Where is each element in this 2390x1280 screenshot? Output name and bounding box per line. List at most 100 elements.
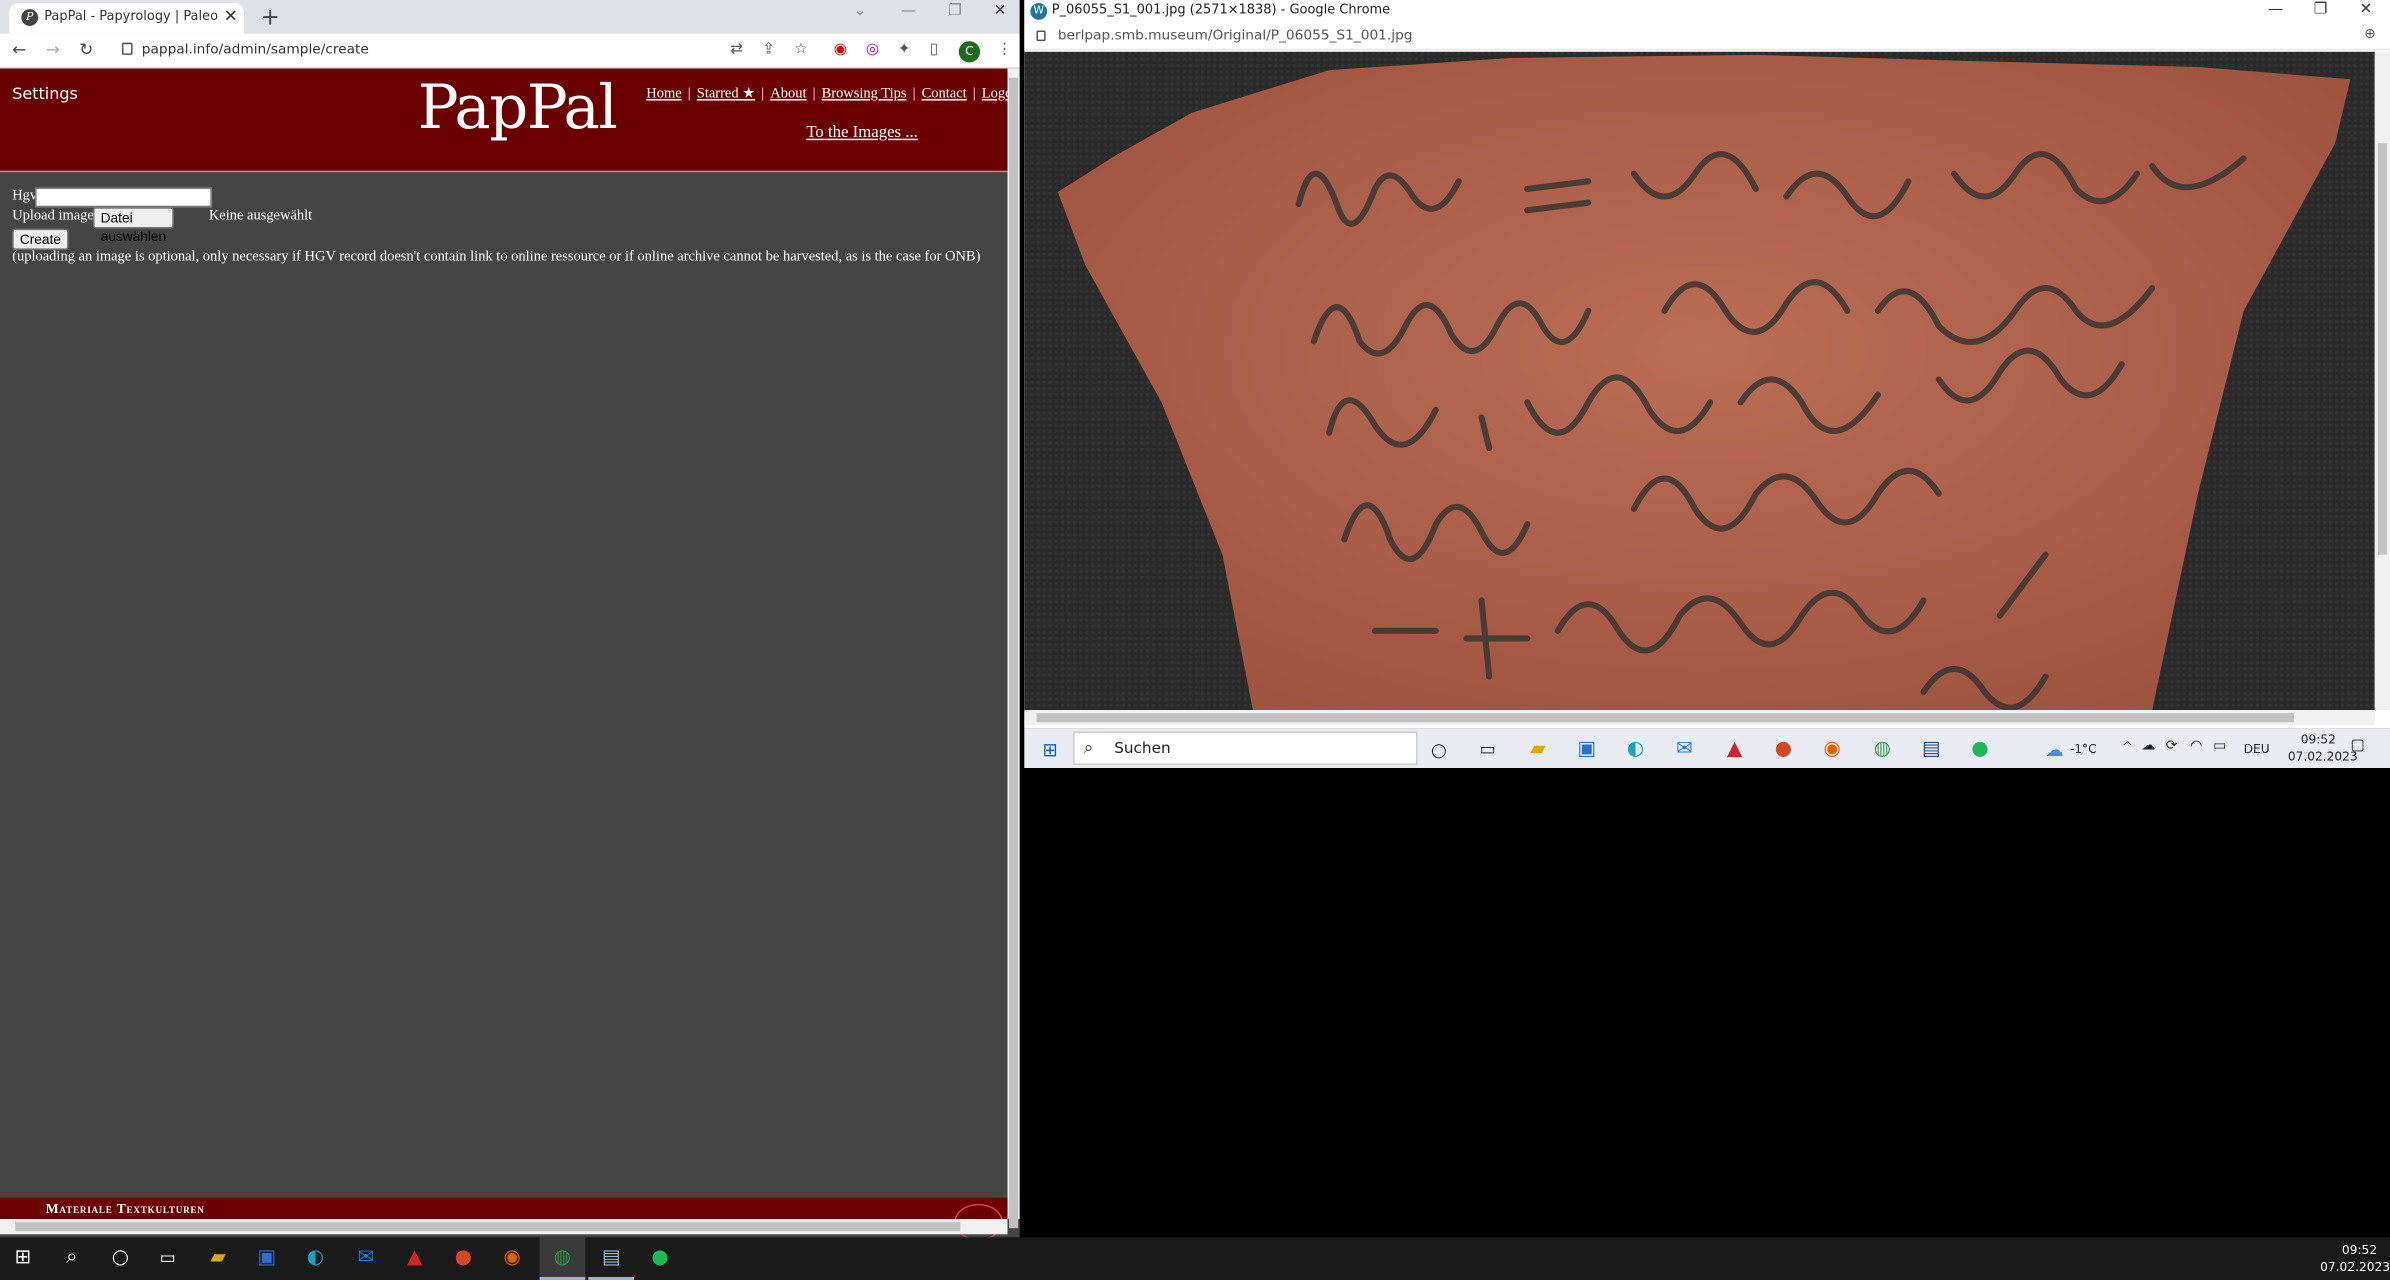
spotify-icon-taskbar[interactable]: ●: [646, 1245, 673, 1272]
footer-text: Materiale Textkulturen: [45, 1200, 205, 1217]
right-hscroll-thumb[interactable]: [1036, 713, 2294, 723]
hgv-input[interactable]: [35, 187, 212, 208]
papyrus-image[interactable]: [1024, 51, 2375, 711]
spotify-icon[interactable]: ●: [1966, 736, 1993, 763]
mail-icon[interactable]: ✉: [1671, 736, 1698, 763]
task-view-icon[interactable]: ▭: [1474, 736, 1501, 763]
right-horizontal-scrollbar[interactable]: [1024, 710, 2375, 726]
to-images-link[interactable]: To the Images ...: [806, 123, 918, 141]
weather-temp: -1°C: [2069, 742, 2097, 756]
secondary-clock[interactable]: 09:52 07.02.2023: [2288, 731, 2358, 765]
right-scroll-thumb[interactable]: [2377, 143, 2387, 555]
cortana-icon-taskbar[interactable]: ○: [107, 1245, 134, 1272]
tray-chevron-icon[interactable]: ^: [2122, 741, 2134, 756]
site-logo[interactable]: PapPal: [418, 73, 618, 143]
nav-browsing-tips[interactable]: Browsing Tips: [822, 87, 907, 102]
reload-icon[interactable]: ↻: [79, 40, 93, 60]
close-tab-icon[interactable]: ✕: [224, 6, 238, 26]
acrobat-icon-taskbar[interactable]: ▲: [401, 1245, 428, 1272]
firefox-icon-taskbar[interactable]: ◉: [498, 1245, 525, 1272]
extension-icon[interactable]: ◉: [834, 41, 847, 58]
taskbar-search[interactable]: ⌕ Suchen: [1073, 731, 1418, 765]
share-icon[interactable]: ⇪: [762, 41, 775, 58]
site-header: Settings PapPal Home | Starred ★ | About | Bro…: [0, 68, 1020, 173]
chrome-icon[interactable]: ◍: [1869, 736, 1896, 763]
pappal-favicon-icon: P: [21, 9, 39, 26]
tab-title: PapPal - Papyrology | Paleograph: [44, 9, 218, 25]
nav-about[interactable]: About: [770, 87, 806, 102]
profile-avatar[interactable]: C: [958, 41, 981, 63]
settings-link[interactable]: Settings: [12, 85, 78, 103]
file-explorer-icon[interactable]: ▰: [1524, 736, 1551, 763]
mail-icon-taskbar[interactable]: ✉: [352, 1245, 379, 1272]
chrome-icon-taskbar[interactable]: ◍: [549, 1245, 576, 1272]
store-icon[interactable]: ▣: [1573, 736, 1600, 763]
search-icon-taskbar[interactable]: ⌕: [58, 1245, 85, 1272]
menu-kebab-icon[interactable]: ⋮: [997, 41, 1012, 58]
acrobat-icon[interactable]: ▲: [1721, 736, 1748, 763]
task-view-icon-taskbar[interactable]: ▭: [154, 1245, 181, 1272]
right-vertical-scrollbar[interactable]: [2374, 51, 2390, 711]
battery-icon[interactable]: ▭: [2213, 739, 2226, 754]
browser-tab[interactable]: P PapPal - Papyrology | Paleograph ✕: [9, 3, 244, 34]
forward-icon[interactable]: →: [46, 40, 60, 60]
store-icon-taskbar[interactable]: ▣: [253, 1245, 280, 1272]
wifi-icon[interactable]: ◠: [2190, 739, 2202, 754]
minimize-icon[interactable]: —: [901, 3, 916, 20]
sync-icon[interactable]: ⟳: [2166, 739, 2178, 754]
cortana-icon[interactable]: ○: [1425, 736, 1452, 763]
powerpoint-icon-taskbar[interactable]: ●: [450, 1245, 477, 1272]
side-panel-icon[interactable]: ▯: [930, 41, 938, 58]
extension-2-icon[interactable]: ◎: [866, 41, 879, 58]
right-address-bar: berlpap.smb.museum/Original/P_06055_S1_0…: [1024, 24, 2390, 51]
translate-icon[interactable]: ⇄: [730, 41, 743, 58]
file-status: Keine ausgewählt: [208, 208, 313, 225]
search-placeholder: Suchen: [1114, 740, 1171, 758]
hgv-row: Hgv: [12, 189, 37, 204]
back-icon[interactable]: ←: [12, 40, 26, 60]
nav-home[interactable]: Home: [646, 87, 681, 102]
main-taskbar: ⊞ ⌕ ○ ▭ ▰ ▣ ◐ ✉ ▲ ● ◉ ◍ ▤ ● 09:52 07.02.…: [0, 1237, 2390, 1280]
choose-file-button[interactable]: Datei auswählen: [92, 207, 174, 244]
weather-icon[interactable]: ☁: [2041, 736, 2068, 763]
nav-starred[interactable]: Starred ★: [697, 87, 755, 102]
browser-window-right: W P_06055_S1_001.jpg (2571×1838) - Googl…: [1024, 0, 2390, 729]
right-url[interactable]: berlpap.smb.museum/Original/P_06055_S1_0…: [1058, 29, 1413, 44]
onedrive-icon[interactable]: ☁: [2142, 739, 2156, 754]
hgv-label: Hgv: [12, 188, 38, 205]
hscrollbar-thumb[interactable]: [15, 1222, 961, 1232]
search-icon: ⌕: [1083, 737, 1094, 758]
scrollbar-thumb[interactable]: [1009, 77, 1019, 1229]
edge-icon[interactable]: ◐: [1622, 736, 1649, 763]
edge-icon-taskbar[interactable]: ◐: [302, 1245, 329, 1272]
nav-contact[interactable]: Contact: [922, 87, 967, 102]
right-minimize-icon[interactable]: —: [2268, 2, 2283, 19]
notifications-icon[interactable]: ▢: [2350, 738, 2364, 755]
vertical-scrollbar[interactable]: [1007, 68, 1020, 1229]
taskbar-clock[interactable]: 09:52 07.02.2023: [2299, 1242, 2390, 1276]
app-window-icon-taskbar[interactable]: ▤: [597, 1245, 624, 1272]
file-explorer-icon-taskbar[interactable]: ▰: [204, 1245, 231, 1272]
powerpoint-icon[interactable]: ●: [1770, 736, 1797, 763]
firefox-icon[interactable]: ◉: [1818, 736, 1845, 763]
close-window-icon[interactable]: ✕: [994, 3, 1007, 20]
restore-icon[interactable]: ❐: [948, 3, 962, 20]
app-window-icon[interactable]: ▤: [1917, 736, 1944, 763]
right-restore-icon[interactable]: ❐: [2314, 2, 2328, 19]
new-tab-icon[interactable]: +: [261, 3, 280, 30]
address-bar: ← → ↻ pappal.info/admin/sample/create ⇄ …: [0, 33, 1020, 69]
tab-search-icon[interactable]: ⌄: [854, 3, 867, 20]
clock-date: 07.02.2023: [2320, 1260, 2390, 1274]
extensions-puzzle-icon[interactable]: ✦: [898, 41, 911, 58]
right-close-icon[interactable]: ✕: [2360, 2, 2373, 19]
horizontal-scrollbar[interactable]: [0, 1219, 1008, 1235]
start-icon[interactable]: ⊞: [1036, 736, 1063, 763]
windows-start-icon[interactable]: ⊞: [9, 1245, 36, 1272]
secondary-date: 07.02.2023: [2287, 749, 2358, 764]
right-title-bar: W P_06055_S1_001.jpg (2571×1838) - Googl…: [1024, 0, 2390, 25]
url-field[interactable]: pappal.info/admin/sample/create: [142, 43, 369, 58]
create-button[interactable]: Create: [12, 228, 69, 250]
zoom-icon[interactable]: ⊕: [2364, 27, 2376, 42]
input-language[interactable]: DEU: [2244, 742, 2270, 756]
bookmark-star-icon[interactable]: ☆: [794, 41, 808, 58]
